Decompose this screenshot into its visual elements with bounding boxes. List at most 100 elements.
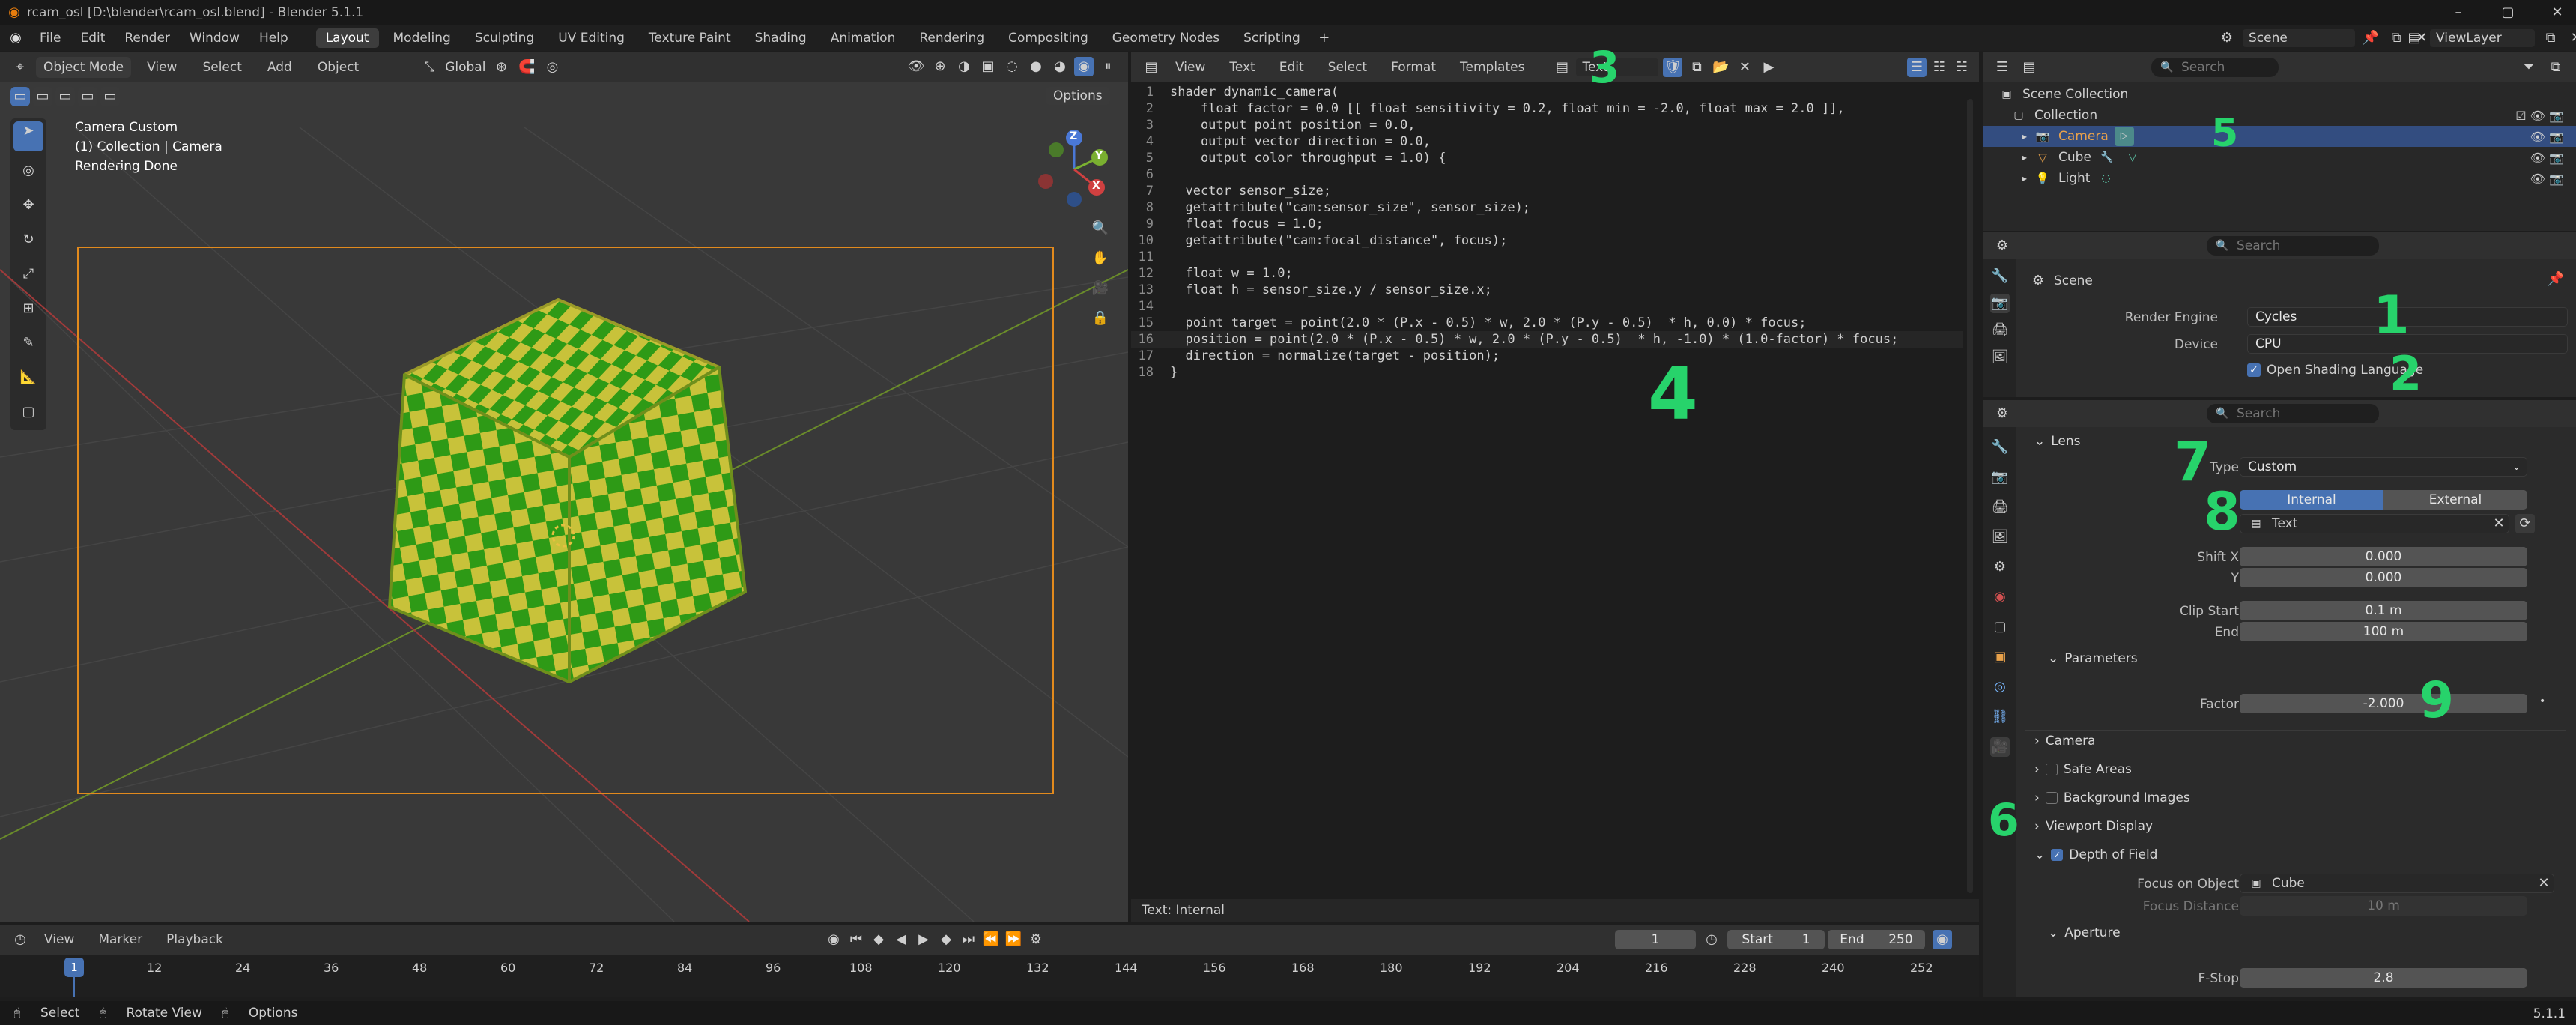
dof-checkbox[interactable]: ✓ bbox=[2051, 849, 2064, 861]
tab-rendering[interactable]: Rendering bbox=[909, 28, 994, 48]
delete-view-layer-icon[interactable]: ✕ bbox=[2566, 28, 2576, 48]
tab-view-layer-icon[interactable]: 🖼 bbox=[1990, 527, 2010, 547]
camera-search-input[interactable]: Search bbox=[2237, 406, 2280, 421]
osl-checkbox[interactable]: ✓ bbox=[2247, 363, 2261, 377]
tab-sculpting[interactable]: Sculpting bbox=[465, 28, 544, 48]
render-properties[interactable]: ⚙ 🔍 Search 🔧 📷 🖨 🖼 ⚙ Scene 📌 Render Engi… bbox=[1983, 232, 2576, 397]
timeline-view-icon[interactable]: ◉ bbox=[1933, 930, 1952, 949]
line-numbers-icon[interactable]: ☰ bbox=[1907, 58, 1927, 77]
visibility-icon[interactable]: 👁 bbox=[906, 57, 926, 76]
snap-icon[interactable]: 🧲 bbox=[517, 58, 536, 77]
tool-props-icon[interactable]: 🔧 bbox=[1990, 267, 2010, 286]
mesh-data-icon[interactable]: ▽ bbox=[2123, 148, 2142, 167]
keying-icon[interactable]: ⚙ bbox=[1026, 930, 1046, 949]
tab-compositing[interactable]: Compositing bbox=[998, 28, 1098, 48]
tree-item-cube[interactable]: ▸ ▽ Cube 🔧 ▽ 👁 📷 bbox=[1983, 147, 2576, 168]
timeline-ruler[interactable]: 1 12 24 36 48 60 72 84 96 108 120 132 14… bbox=[0, 955, 1979, 997]
run-script-icon[interactable]: ▶ bbox=[1759, 58, 1778, 77]
lens-panel-header[interactable]: ⌄ Lens bbox=[2034, 429, 2081, 454]
text-scrollbar[interactable] bbox=[1967, 99, 1973, 893]
menu-file[interactable]: File bbox=[30, 28, 70, 48]
clear-script-icon[interactable]: ✕ bbox=[2489, 514, 2509, 533]
text-menu-view[interactable]: View bbox=[1166, 58, 1215, 77]
open-text-icon[interactable]: 📂 bbox=[1711, 58, 1730, 77]
timeline-type-icon[interactable]: ◷ bbox=[10, 930, 30, 949]
shading-solid-icon[interactable]: ● bbox=[1026, 57, 1046, 76]
bg-images-checkbox[interactable] bbox=[2045, 792, 2058, 804]
camera-props-type-icon[interactable]: ⚙ bbox=[1992, 404, 2012, 423]
menu-help[interactable]: Help bbox=[249, 28, 298, 48]
safe-areas-checkbox[interactable] bbox=[2045, 764, 2058, 775]
light-data-icon[interactable]: ◌ bbox=[2096, 169, 2115, 188]
internal-button[interactable]: Internal bbox=[2240, 490, 2383, 510]
mode-selector[interactable]: Object Mode bbox=[36, 57, 132, 78]
word-wrap-icon[interactable]: ☷ bbox=[1930, 58, 1949, 77]
transform-orientation-icon[interactable]: ⤡ bbox=[419, 58, 439, 77]
shading-rendered-icon[interactable]: ◉ bbox=[1074, 57, 1094, 76]
render-props-icon[interactable]: 📷 bbox=[1990, 294, 2010, 313]
timeline[interactable]: ◷ View Marker Playback ◉ ⏮ ◆ ◀ ▶ ◆ ⏭ ⏪ ⏩… bbox=[0, 925, 1979, 997]
text-menu-edit[interactable]: Edit bbox=[1270, 58, 1314, 77]
new-view-layer-icon[interactable]: ⧉ bbox=[2541, 28, 2560, 48]
viewport-menu-add[interactable]: Add bbox=[258, 58, 302, 77]
tab-constraints-icon[interactable]: ⛓ bbox=[1990, 707, 2010, 727]
tab-shading[interactable]: Shading bbox=[745, 28, 816, 48]
new-collection-icon[interactable]: ⧉ bbox=[2546, 58, 2566, 77]
shift-x-field[interactable]: 0.000 bbox=[2240, 547, 2527, 566]
tab-tool-icon[interactable]: 🔧 bbox=[1990, 438, 2010, 457]
render-pin-icon[interactable]: 📌 bbox=[2546, 270, 2566, 289]
tab-geometry-nodes[interactable]: Geometry Nodes bbox=[1103, 28, 1229, 48]
add-workspace-icon[interactable]: + bbox=[1315, 28, 1334, 48]
tab-camera-data-icon[interactable]: 🎥 bbox=[1990, 737, 2010, 757]
xray-icon[interactable]: ▣ bbox=[978, 57, 998, 76]
minimize-icon[interactable]: – bbox=[2449, 3, 2468, 22]
outliner-search-input[interactable]: Search bbox=[2181, 60, 2225, 75]
lens-type-select[interactable]: Custom ⌄ bbox=[2240, 457, 2527, 477]
text-menu-select[interactable]: Select bbox=[1318, 58, 1377, 77]
zoom-icon[interactable]: 🔍 bbox=[1091, 219, 1110, 238]
outliner[interactable]: ☰ ▤ 🔍 Search ⏷ ⧉ ▣ Scene Collection ▢ Coll… bbox=[1983, 52, 2576, 231]
syntax-highlight-icon[interactable]: ☵ bbox=[1952, 58, 1972, 77]
new-text-icon[interactable]: ⧉ bbox=[1687, 58, 1706, 77]
script-text-field[interactable]: ▤ Text ✕ bbox=[2240, 514, 2509, 533]
tab-scene-icon[interactable]: ⚙ bbox=[1990, 557, 2010, 577]
render-search-input[interactable]: Search bbox=[2237, 238, 2280, 253]
scene-selector[interactable]: Scene bbox=[2243, 29, 2355, 47]
render-props-type-icon[interactable]: ⚙ bbox=[1992, 236, 2012, 256]
fstop-field[interactable]: 2.8 bbox=[2240, 968, 2527, 988]
new-scene-icon[interactable]: ⧉ bbox=[2386, 28, 2406, 48]
text-menu-format[interactable]: Format bbox=[1381, 58, 1446, 77]
editor-type-icon[interactable]: ⌖ bbox=[10, 58, 30, 77]
viewport-menu-view[interactable]: View bbox=[137, 58, 187, 77]
proportional-icon[interactable]: ◎ bbox=[542, 58, 562, 77]
fake-user-icon[interactable]: 🛡 bbox=[1663, 58, 1683, 77]
prev-keyframe-icon[interactable]: ◆ bbox=[869, 930, 888, 949]
text-menu-templates[interactable]: Templates bbox=[1450, 58, 1534, 77]
end-frame-field[interactable]: End 250 bbox=[1828, 930, 1925, 949]
maximize-icon[interactable]: ▢ bbox=[2498, 3, 2518, 22]
reload-script-icon[interactable]: ⟳ bbox=[2515, 514, 2535, 533]
factor-keyframe-icon[interactable]: • bbox=[2539, 695, 2545, 707]
viewport-3d[interactable]: ⌖ Object Mode View Select Add Object ⤡ G… bbox=[0, 52, 1128, 922]
text-editor-type-icon[interactable]: ▤ bbox=[1142, 58, 1161, 77]
view-layer-props-icon[interactable]: 🖼 bbox=[1990, 348, 2010, 367]
safe-areas-panel-header[interactable]: › Safe Areas bbox=[2034, 757, 2132, 782]
overlay-icon[interactable]: ◑ bbox=[954, 57, 974, 76]
shading-wireframe-icon[interactable]: ◌ bbox=[1002, 57, 1022, 76]
dof-panel-header[interactable]: ⌄ ✓ Depth of Field bbox=[2034, 842, 2157, 868]
modifier-icon[interactable]: 🔧 bbox=[2097, 148, 2117, 167]
jump-end-icon[interactable]: ⏭ bbox=[959, 930, 978, 949]
code-area[interactable]: 1 shader dynamic_camera( 2 float factor =… bbox=[1131, 84, 1963, 381]
camera-panel-header[interactable]: › Camera bbox=[2034, 728, 2096, 754]
view-layer-icon[interactable]: ▤ bbox=[2404, 28, 2424, 48]
view-layer-selector[interactable]: ViewLayer bbox=[2430, 29, 2535, 47]
prev-frame-icon[interactable]: ⏪ bbox=[981, 930, 1001, 949]
viewport-menu-select[interactable]: Select bbox=[193, 58, 251, 77]
auto-key-icon[interactable]: ◉ bbox=[824, 930, 843, 949]
close-icon[interactable]: ✕ bbox=[2548, 3, 2567, 22]
camera-data-icon[interactable]: ▷ bbox=[2114, 127, 2134, 146]
tab-physics-icon[interactable]: ◎ bbox=[1990, 677, 2010, 697]
clear-focus-object-icon[interactable]: ✕ bbox=[2534, 874, 2554, 893]
pin-icon[interactable]: 📌 bbox=[2361, 28, 2380, 48]
bg-images-panel-header[interactable]: › Background Images bbox=[2034, 785, 2190, 811]
